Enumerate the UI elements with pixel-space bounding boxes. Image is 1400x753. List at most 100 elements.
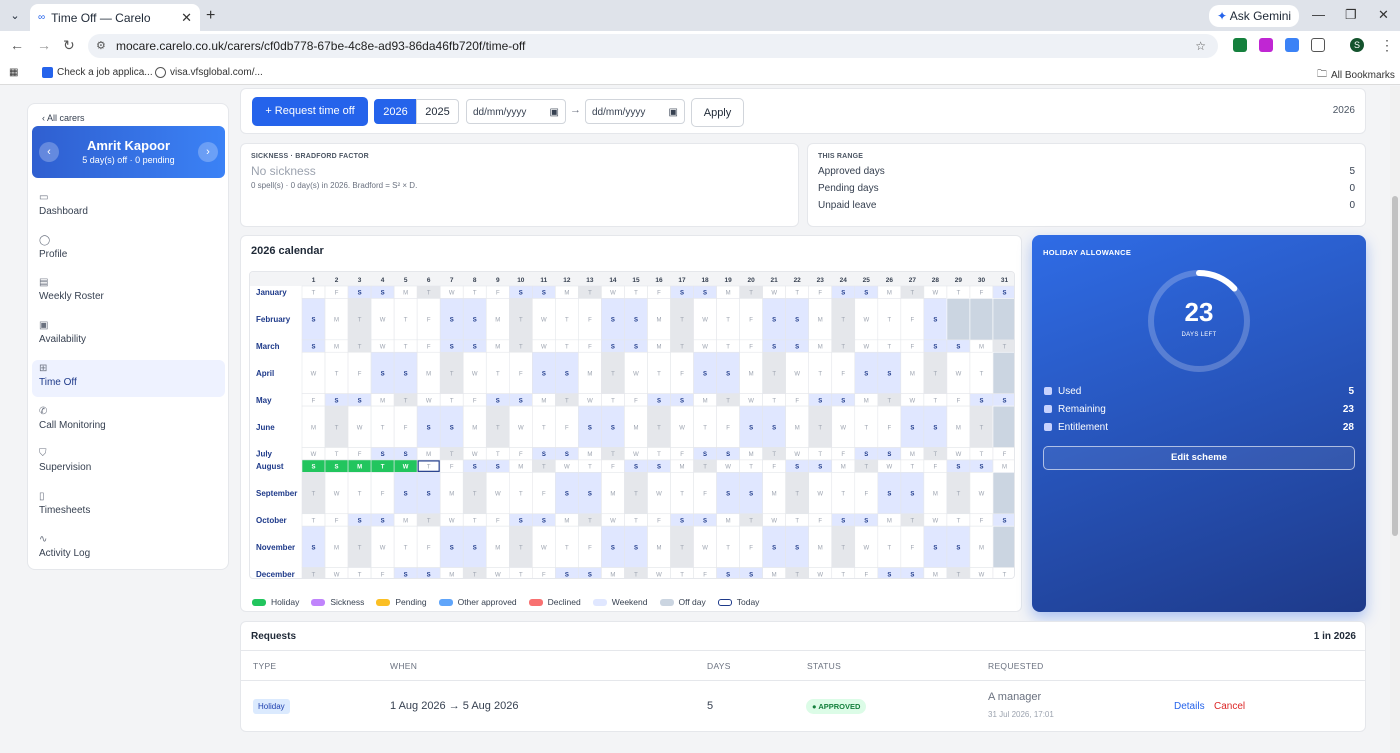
day-number-label: 25 bbox=[863, 277, 871, 284]
year-2026-button[interactable]: 2026 bbox=[374, 99, 417, 124]
requests-count: 1 in 2026 bbox=[1313, 631, 1356, 642]
cancel-link[interactable]: Cancel bbox=[1214, 701, 1245, 712]
calendar-picker-icon[interactable]: ▣ bbox=[669, 100, 678, 125]
next-carer-button[interactable]: › bbox=[198, 142, 218, 162]
all-carers-link[interactable]: ‹ All carers bbox=[42, 113, 85, 123]
apply-button[interactable]: Apply bbox=[691, 98, 744, 127]
weekday-letter: S bbox=[634, 465, 638, 471]
details-link[interactable]: Details bbox=[1174, 701, 1205, 712]
tab-search-icon[interactable]: ⌄ bbox=[6, 7, 24, 25]
weekday-letter: S bbox=[427, 492, 431, 498]
sidebar-item-profile[interactable]: ◯ Profile bbox=[32, 232, 225, 269]
weekday-letter: T bbox=[335, 425, 339, 431]
weekday-letter: S bbox=[312, 545, 316, 551]
extension-icon[interactable] bbox=[1259, 38, 1273, 52]
minimize-icon[interactable]: — bbox=[1312, 7, 1325, 22]
weekday-letter: S bbox=[634, 318, 638, 324]
weekday-letter: W bbox=[748, 398, 754, 404]
back-icon[interactable]: ← bbox=[10, 37, 24, 53]
weekday-letter: F bbox=[335, 518, 339, 524]
allowance-row-label: Remaining bbox=[1058, 404, 1106, 415]
bookmark-star-icon[interactable]: ☆ bbox=[1195, 34, 1206, 58]
weekday-letter: S bbox=[749, 572, 753, 578]
weekday-letter: T bbox=[911, 465, 915, 471]
download-extension-icon[interactable] bbox=[1233, 38, 1247, 52]
sidebar-item-availability[interactable]: ▣ Availability bbox=[32, 317, 225, 354]
weekday-letter: M bbox=[610, 492, 615, 498]
weekday-letter: T bbox=[335, 371, 339, 377]
menu-kebab-icon[interactable]: ⋮ bbox=[1380, 37, 1394, 54]
calendar-plus-icon: ⊞ bbox=[39, 362, 48, 374]
previous-carer-button[interactable]: ‹ bbox=[39, 142, 59, 162]
close-window-icon[interactable]: ✕ bbox=[1378, 7, 1389, 23]
weekday-letter: M bbox=[979, 345, 984, 351]
range-row: Pending days 0 bbox=[818, 183, 1355, 194]
year-2025-button[interactable]: 2025 bbox=[416, 99, 459, 124]
browser-tab[interactable]: ∞ Time Off — Carelo ✕ bbox=[30, 4, 200, 31]
weekday-letter: S bbox=[450, 425, 454, 431]
bookmark-item[interactable]: visa.vfsglobal.com/... bbox=[155, 67, 263, 78]
all-bookmarks[interactable]: 🗀 All Bookmarks bbox=[1317, 67, 1395, 84]
sidebar-item-dashboard[interactable]: ▭ Dashboard bbox=[32, 189, 225, 226]
weekday-letter: T bbox=[887, 545, 891, 551]
shield-icon: ⛉ bbox=[39, 448, 47, 460]
weekday-letter: T bbox=[957, 291, 961, 297]
sidebar-item-timesheets[interactable]: ▯ Timesheets bbox=[32, 488, 225, 525]
weekday-letter: T bbox=[496, 371, 500, 377]
weekday-letter: T bbox=[749, 518, 753, 524]
legend-swatch-icon bbox=[252, 599, 266, 607]
new-tab-icon[interactable]: + bbox=[206, 7, 215, 25]
weekday-letter: S bbox=[956, 545, 960, 551]
weekday-letter: S bbox=[795, 318, 799, 324]
weekday-letter: W bbox=[587, 398, 593, 404]
weekday-letter: T bbox=[841, 572, 845, 578]
sidebar-item-weekly-roster[interactable]: ▤ Weekly Roster bbox=[32, 274, 225, 311]
restore-icon[interactable]: ❐ bbox=[1345, 7, 1357, 23]
weekday-letter: T bbox=[519, 572, 523, 578]
reload-icon[interactable]: ↻ bbox=[63, 37, 75, 54]
day-number-label: 4 bbox=[381, 277, 385, 284]
empty-day-cell bbox=[992, 405, 1014, 448]
weekday-letter: M bbox=[910, 371, 915, 377]
sidebar: ‹ All carers ‹ Amrit Kapoor 5 day(s) off… bbox=[27, 103, 229, 570]
weekday-letter: T bbox=[911, 291, 915, 297]
weekday-letter: W bbox=[702, 545, 708, 551]
weekday-letter: W bbox=[380, 345, 386, 351]
weekday-letter: T bbox=[473, 518, 477, 524]
date-from-input[interactable]: dd/mm/yyyy ▣ bbox=[466, 99, 566, 124]
profile-avatar[interactable]: S bbox=[1350, 38, 1364, 52]
allowance-row-value: 5 bbox=[1348, 386, 1354, 397]
browser-tab-strip: ⌄ ∞ Time Off — Carelo ✕ + ✦ Ask Gemini —… bbox=[0, 0, 1400, 31]
ask-gemini-button[interactable]: ✦ Ask Gemini bbox=[1209, 5, 1300, 27]
site-info-icon[interactable]: ⚙ bbox=[96, 34, 106, 58]
date-to-input[interactable]: dd/mm/yyyy ▣ bbox=[585, 99, 685, 124]
weekday-letter: T bbox=[957, 492, 961, 498]
calendar-picker-icon[interactable]: ▣ bbox=[550, 100, 559, 125]
weekday-letter: F bbox=[911, 545, 915, 551]
sidebar-item-activity-log[interactable]: ∿ Activity Log bbox=[32, 531, 225, 568]
weekday-letter: S bbox=[381, 518, 385, 524]
weekday-letter: S bbox=[864, 518, 868, 524]
close-tab-icon[interactable]: ✕ bbox=[181, 10, 192, 26]
sidebar-item-call-monitoring[interactable]: ✆ Call Monitoring bbox=[32, 403, 225, 440]
weekday-letter: T bbox=[726, 398, 730, 404]
sidebar-item-supervision[interactable]: ⛉ Supervision bbox=[32, 445, 225, 482]
weekday-letter: W bbox=[979, 572, 985, 578]
weekday-letter: S bbox=[1002, 398, 1006, 404]
weekday-letter: T bbox=[772, 371, 776, 377]
weekday-letter: S bbox=[381, 291, 385, 297]
forward-icon[interactable]: → bbox=[37, 37, 51, 53]
edit-scheme-button[interactable]: Edit scheme bbox=[1043, 446, 1355, 470]
extension-icon[interactable] bbox=[1285, 38, 1299, 52]
request-time-off-button[interactable]: + Request time off bbox=[252, 97, 368, 126]
page-scrollbar[interactable] bbox=[1390, 86, 1400, 753]
extensions-puzzle-icon[interactable] bbox=[1311, 38, 1325, 52]
bookmark-item[interactable]: Check a job applica... bbox=[42, 67, 153, 78]
scrollbar-thumb[interactable] bbox=[1392, 196, 1398, 536]
weekday-letter: S bbox=[657, 398, 661, 404]
address-bar[interactable]: ⚙ mocare.carelo.co.uk/carers/cf0db778-67… bbox=[88, 34, 1218, 58]
apps-grid-icon[interactable]: ▦ bbox=[9, 67, 18, 78]
sidebar-item-time-off[interactable]: ⊞ Time Off bbox=[32, 359, 225, 397]
weekday-letter: W bbox=[449, 291, 455, 297]
legend-swatch-icon bbox=[592, 599, 607, 607]
